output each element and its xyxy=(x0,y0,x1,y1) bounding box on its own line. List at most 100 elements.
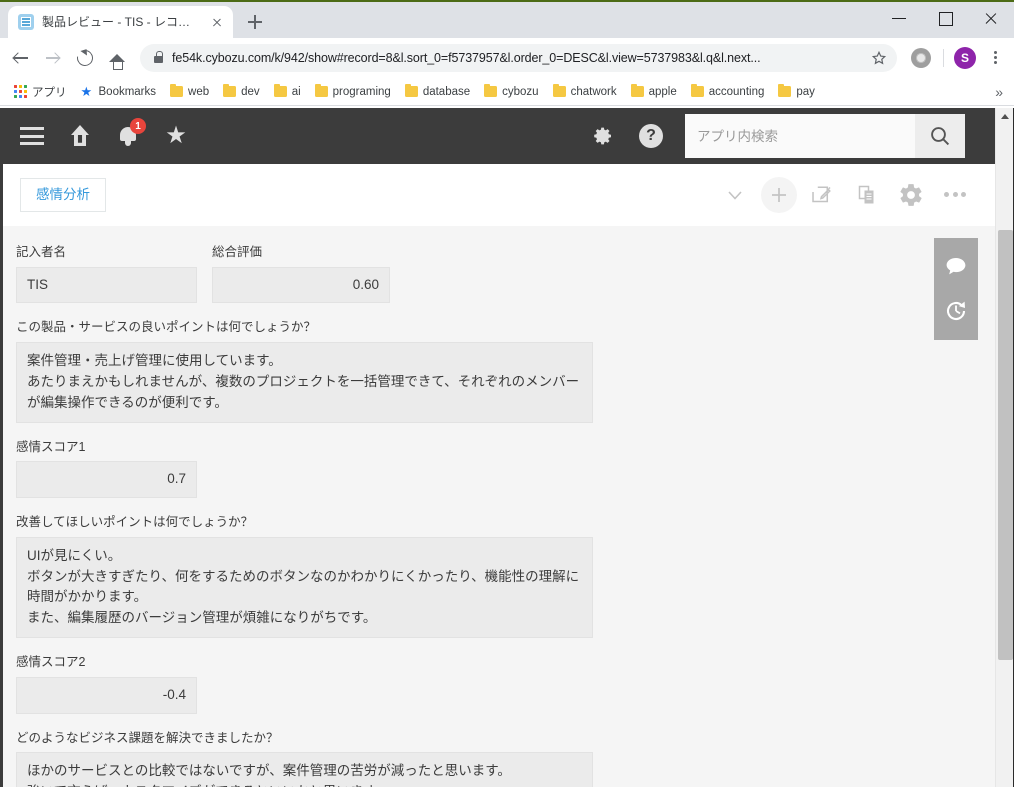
search-input[interactable] xyxy=(685,114,915,158)
browser-window: 製品レビュー - TIS - レコードの詳細 fe54k.cybozu.com/… xyxy=(0,0,1014,787)
edit-record-icon xyxy=(812,186,831,203)
home-icon xyxy=(69,125,91,147)
field-value[interactable]: -0.4 xyxy=(16,676,197,714)
bookmark-label: dev xyxy=(241,85,260,98)
folder-icon xyxy=(314,84,328,97)
bookmark-item-web[interactable]: web xyxy=(164,83,215,101)
field-value[interactable]: 0.60 xyxy=(212,266,390,304)
new-tab-button[interactable] xyxy=(241,8,269,36)
bookmark-item-pay[interactable]: pay xyxy=(772,83,821,101)
folder-icon xyxy=(170,84,184,97)
apps-grid-icon xyxy=(14,85,27,98)
minimize-button[interactable] xyxy=(876,2,922,34)
form-row-1: 記入者名 TIS 総合評価 0.60 xyxy=(16,244,995,319)
bookmark-item-chatwork[interactable]: chatwork xyxy=(547,83,623,101)
profile-avatar[interactable]: S xyxy=(954,47,976,69)
history-clock-icon xyxy=(946,301,966,320)
chrome-menu-icon[interactable] xyxy=(982,45,1008,71)
field-label: どのようなビジネス課題を解決できましたか？ xyxy=(16,730,279,745)
bookmark-item-accounting[interactable]: accounting xyxy=(685,83,771,101)
home-icon xyxy=(109,54,125,70)
home-button[interactable] xyxy=(102,43,132,73)
scrollbar-thumb[interactable] xyxy=(998,230,1013,660)
page-viewport: 1 ★ ? アプリ内検索 感情分析 記入者名 TIS 総合評価 0.60 この製… xyxy=(0,108,1014,787)
bookmark-label: chatwork xyxy=(570,85,617,98)
bookmark-item-ai[interactable]: ai xyxy=(268,83,307,101)
record-menu-toggle[interactable] xyxy=(717,177,753,213)
tab-title: 製品レビュー - TIS - レコードの詳細 xyxy=(42,15,201,29)
search-icon xyxy=(931,127,950,146)
scroll-up-button[interactable] xyxy=(996,108,1014,125)
add-record-button[interactable] xyxy=(761,177,797,213)
extension-icon[interactable] xyxy=(911,48,931,68)
add-record-icon xyxy=(772,188,786,202)
bookmark-item-apps[interactable]: アプリ xyxy=(8,81,73,103)
bookmark-item-bookmarks[interactable]: ★ Bookmarks xyxy=(75,82,163,101)
field-value[interactable]: 0.7 xyxy=(16,461,197,499)
comments-tab[interactable] xyxy=(934,245,978,289)
tab-close-icon[interactable] xyxy=(209,14,225,30)
back-button[interactable] xyxy=(6,43,36,73)
folder-icon xyxy=(484,84,498,97)
field-value[interactable]: ほかのサービスとの比較ではないですが、案件管理の苦労が減ったと思います。 強いて… xyxy=(16,752,593,787)
field-value[interactable]: TIS xyxy=(16,266,197,304)
scroll-up-arrow-icon xyxy=(1001,114,1009,119)
field-business-issues: どのようなビジネス課題を解決できましたか？ ほかのサービスとの比較ではないですが… xyxy=(16,730,995,787)
browser-titlebar: 製品レビュー - TIS - レコードの詳細 xyxy=(0,0,1014,38)
favorites-button[interactable]: ★ xyxy=(152,112,200,160)
help-icon: ? xyxy=(639,124,663,148)
reload-button[interactable] xyxy=(70,43,100,73)
bookmark-item-database[interactable]: database xyxy=(399,83,476,101)
bookmark-item-apple[interactable]: apple xyxy=(625,83,683,101)
notifications-button[interactable]: 1 xyxy=(104,112,152,160)
left-edge-strip xyxy=(0,108,3,787)
folder-icon xyxy=(223,84,237,97)
folder-icon xyxy=(778,84,792,97)
star-icon: ★ xyxy=(165,122,187,149)
field-value[interactable]: UIが見にくい。 ボタンが大きすぎたり、何をするためのボタンなのかわかりにくかっ… xyxy=(16,536,593,639)
bookmark-label: ai xyxy=(291,85,301,98)
bookmark-item-programing[interactable]: programing xyxy=(309,83,397,101)
chevron-down-icon xyxy=(728,191,742,200)
duplicate-record-button[interactable] xyxy=(849,177,885,213)
gear-icon xyxy=(594,127,611,145)
page-scrollbar[interactable] xyxy=(995,108,1014,787)
reload-icon xyxy=(73,46,97,70)
tab-favicon-icon xyxy=(18,14,34,30)
forward-arrow-icon xyxy=(44,49,62,67)
search-button[interactable] xyxy=(915,114,965,158)
folder-icon xyxy=(690,84,704,97)
record-toolbar: 感情分析 xyxy=(0,164,995,226)
bookmark-star-icon[interactable] xyxy=(871,50,887,66)
field-value[interactable]: 案件管理・売上げ管理に使用しています。 あたりまえかもしれませんが、複数のプロジ… xyxy=(16,341,593,423)
edit-record-button[interactable] xyxy=(805,177,841,213)
forward-button[interactable] xyxy=(38,43,68,73)
navbar-divider xyxy=(943,49,944,67)
bookmark-label: pay xyxy=(796,85,815,98)
bookmark-item-dev[interactable]: dev xyxy=(217,83,266,101)
bookmark-label: apple xyxy=(648,85,677,98)
record-form: 記入者名 TIS 総合評価 0.60 この製品・サービスの良いポイントは何でしょ… xyxy=(0,226,995,787)
bookmark-label: cybozu xyxy=(502,85,539,98)
more-options-button[interactable] xyxy=(937,177,973,213)
folder-icon xyxy=(273,84,287,97)
portal-home-button[interactable] xyxy=(56,112,104,160)
close-window-button[interactable] xyxy=(968,2,1014,34)
field-label: 感情スコア1 xyxy=(16,439,86,454)
help-button[interactable]: ? xyxy=(627,112,675,160)
sentiment-analysis-button[interactable]: 感情分析 xyxy=(20,177,106,213)
record-actions xyxy=(717,177,973,213)
folder-icon xyxy=(552,84,566,97)
notification-badge: 1 xyxy=(130,118,146,134)
app-settings-button[interactable] xyxy=(893,177,929,213)
browser-tab[interactable]: 製品レビュー - TIS - レコードの詳細 xyxy=(8,6,233,38)
user-settings-button[interactable] xyxy=(579,112,627,160)
bookmark-label: database xyxy=(422,85,471,98)
duplicate-record-icon xyxy=(858,185,874,204)
bookmarks-overflow-button[interactable]: » xyxy=(988,82,1010,102)
maximize-button[interactable] xyxy=(922,2,968,34)
menu-button[interactable] xyxy=(8,112,56,160)
bookmark-item-cybozu[interactable]: cybozu xyxy=(478,83,544,101)
history-tab[interactable] xyxy=(934,289,978,333)
address-bar[interactable]: fe54k.cybozu.com/k/942/show#record=8&l.s… xyxy=(140,44,897,72)
